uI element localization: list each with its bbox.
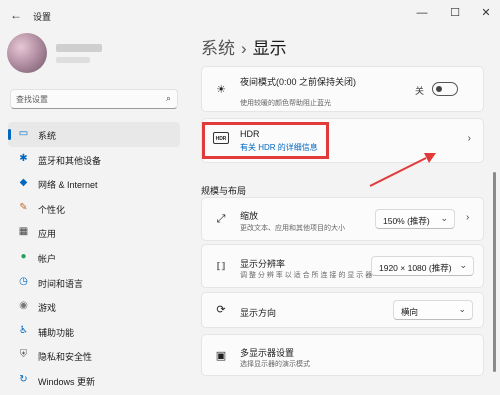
sidebar-item-5[interactable]: ● 帐户 — [8, 245, 180, 270]
sidebar-item-0[interactable]: ▭ 系统 — [8, 122, 180, 147]
sidebar-item-4[interactable]: ▦ 应用 — [8, 220, 180, 245]
sidebar-nav: ▭ 系统 ✱ 蓝牙和其他设备 ◆ 网络 & Internet ✎ 个性化 ▦ 应用 ● 帐户 ◷ 时间和语… — [8, 122, 180, 393]
nav-icon: ♿ — [19, 324, 28, 336]
sidebar-item-7[interactable]: ◉ 游戏 — [8, 294, 180, 319]
resolution-value: 1920 × 1080 (推荐) — [379, 263, 452, 273]
nav-icon: ◉ — [19, 300, 28, 312]
avatar[interactable] — [7, 33, 47, 73]
highlight-box — [202, 122, 329, 159]
multi-monitor-icon: ▣ — [215, 350, 227, 362]
section-title: 规模与布局 — [201, 186, 247, 196]
nav-icon: ⛨ — [19, 349, 28, 361]
scale-dropdown[interactable]: 150% (推荐) ⌄ — [375, 209, 455, 229]
orientation-dropdown[interactable]: 横向 ⌄ — [393, 300, 473, 320]
sidebar-item-label: 游戏 — [38, 303, 57, 314]
sidebar-item-8[interactable]: ♿ 辅助功能 — [8, 319, 180, 344]
window-title: 设置 — [33, 12, 52, 22]
chevron-right-icon: › — [467, 133, 471, 144]
nav-icon: ↻ — [19, 373, 28, 385]
minimize-button[interactable]: — — [408, 4, 436, 22]
sidebar-item-label: 时间和语言 — [38, 278, 84, 289]
nav-icon: ● — [20, 250, 27, 262]
title-bar: ← 设置 — ☐ ✕ — [0, 0, 500, 30]
scale-icon: ⤢ — [216, 213, 226, 225]
night-light-title: 夜间模式(0:00 之前保持关闭) — [240, 77, 357, 87]
search-box[interactable]: ⌕ — [10, 89, 178, 109]
scale-subtitle: 更改文本、应用和其他项目的大小 — [240, 225, 345, 232]
scale-title: 缩放 — [240, 211, 259, 221]
sidebar-item-label: 辅助功能 — [38, 327, 75, 338]
multi-display-subtitle: 选择显示器的演示模式 — [240, 361, 310, 368]
nav-icon: ✱ — [19, 152, 28, 164]
toggle-knob — [436, 86, 442, 92]
rotate-icon: ⟳ — [216, 304, 226, 316]
brightness-icon: ☀ — [216, 84, 226, 96]
user-name-blurred — [56, 44, 102, 52]
scrollbar[interactable] — [493, 172, 496, 372]
nav-icon: ✎ — [19, 201, 28, 213]
resolution-icon: ⟦⟧ — [216, 261, 226, 271]
sidebar-item-label: 应用 — [38, 229, 57, 240]
orientation-value: 横向 — [401, 307, 419, 317]
sidebar-item-2[interactable]: ◆ 网络 & Internet — [8, 171, 180, 196]
night-light-subtitle: 使用较暖的颜色帮助阻止蓝光 — [240, 100, 331, 107]
user-email-blurred — [56, 57, 90, 63]
maximize-button[interactable]: ☐ — [441, 4, 469, 22]
night-light-toggle-label: 关 — [415, 86, 425, 96]
chevron-down-icon: ⌄ — [458, 304, 466, 314]
chevron-down-icon: ⌄ — [459, 260, 467, 270]
breadcrumb: 系统 › 显示 — [201, 34, 287, 59]
sidebar-item-6[interactable]: ◷ 时间和语言 — [8, 270, 180, 295]
chevron-down-icon: ⌄ — [440, 213, 448, 223]
resolution-dropdown[interactable]: 1920 × 1080 (推荐) ⌄ — [371, 256, 474, 276]
active-indicator — [8, 129, 11, 140]
sidebar-item-9[interactable]: ⛨ 隐私和安全性 — [8, 343, 180, 368]
sidebar-item-label: Windows 更新 — [38, 376, 96, 387]
nav-icon: ▦ — [18, 226, 29, 238]
resolution-title: 显示分辨率 — [240, 259, 286, 269]
sidebar-item-3[interactable]: ✎ 个性化 — [8, 196, 180, 221]
sidebar-item-label: 隐私和安全性 — [38, 352, 93, 363]
sidebar-item-label: 网络 & Internet — [38, 180, 98, 191]
scale-expand-chevron-icon[interactable]: › — [466, 212, 469, 223]
search-icon[interactable]: ⌕ — [166, 93, 171, 104]
breadcrumb-parent[interactable]: 系统 — [201, 39, 235, 58]
multi-display-card[interactable]: ▣ 多显示器设置 选择显示器的演示模式 — [201, 334, 484, 376]
orientation-title: 显示方向 — [240, 308, 277, 318]
nav-icon: ▭ — [18, 128, 29, 139]
sidebar-item-label: 帐户 — [38, 253, 57, 264]
nav-icon: ◆ — [19, 177, 28, 189]
back-arrow-icon[interactable]: ← — [10, 8, 22, 22]
sidebar-item-label: 系统 — [38, 131, 57, 141]
scale-value: 150% (推荐) — [383, 216, 430, 226]
sidebar-item-1[interactable]: ✱ 蓝牙和其他设备 — [8, 147, 180, 172]
sidebar-item-10[interactable]: ↻ Windows 更新 — [8, 368, 180, 393]
sidebar-item-label: 个性化 — [38, 204, 66, 215]
page-title: 显示 — [252, 39, 287, 58]
search-input[interactable] — [16, 93, 156, 105]
nav-icon: ◷ — [19, 275, 28, 287]
sidebar-item-label: 蓝牙和其他设备 — [38, 155, 102, 166]
close-button[interactable]: ✕ — [472, 4, 500, 22]
resolution-subtitle: 调 整 分 辨 率 以 适 合 所 连 接 的 显 示 器 — [240, 272, 373, 279]
breadcrumb-separator: › — [241, 39, 247, 58]
multi-display-title: 多显示器设置 — [240, 348, 295, 358]
night-light-toggle[interactable] — [432, 82, 458, 96]
